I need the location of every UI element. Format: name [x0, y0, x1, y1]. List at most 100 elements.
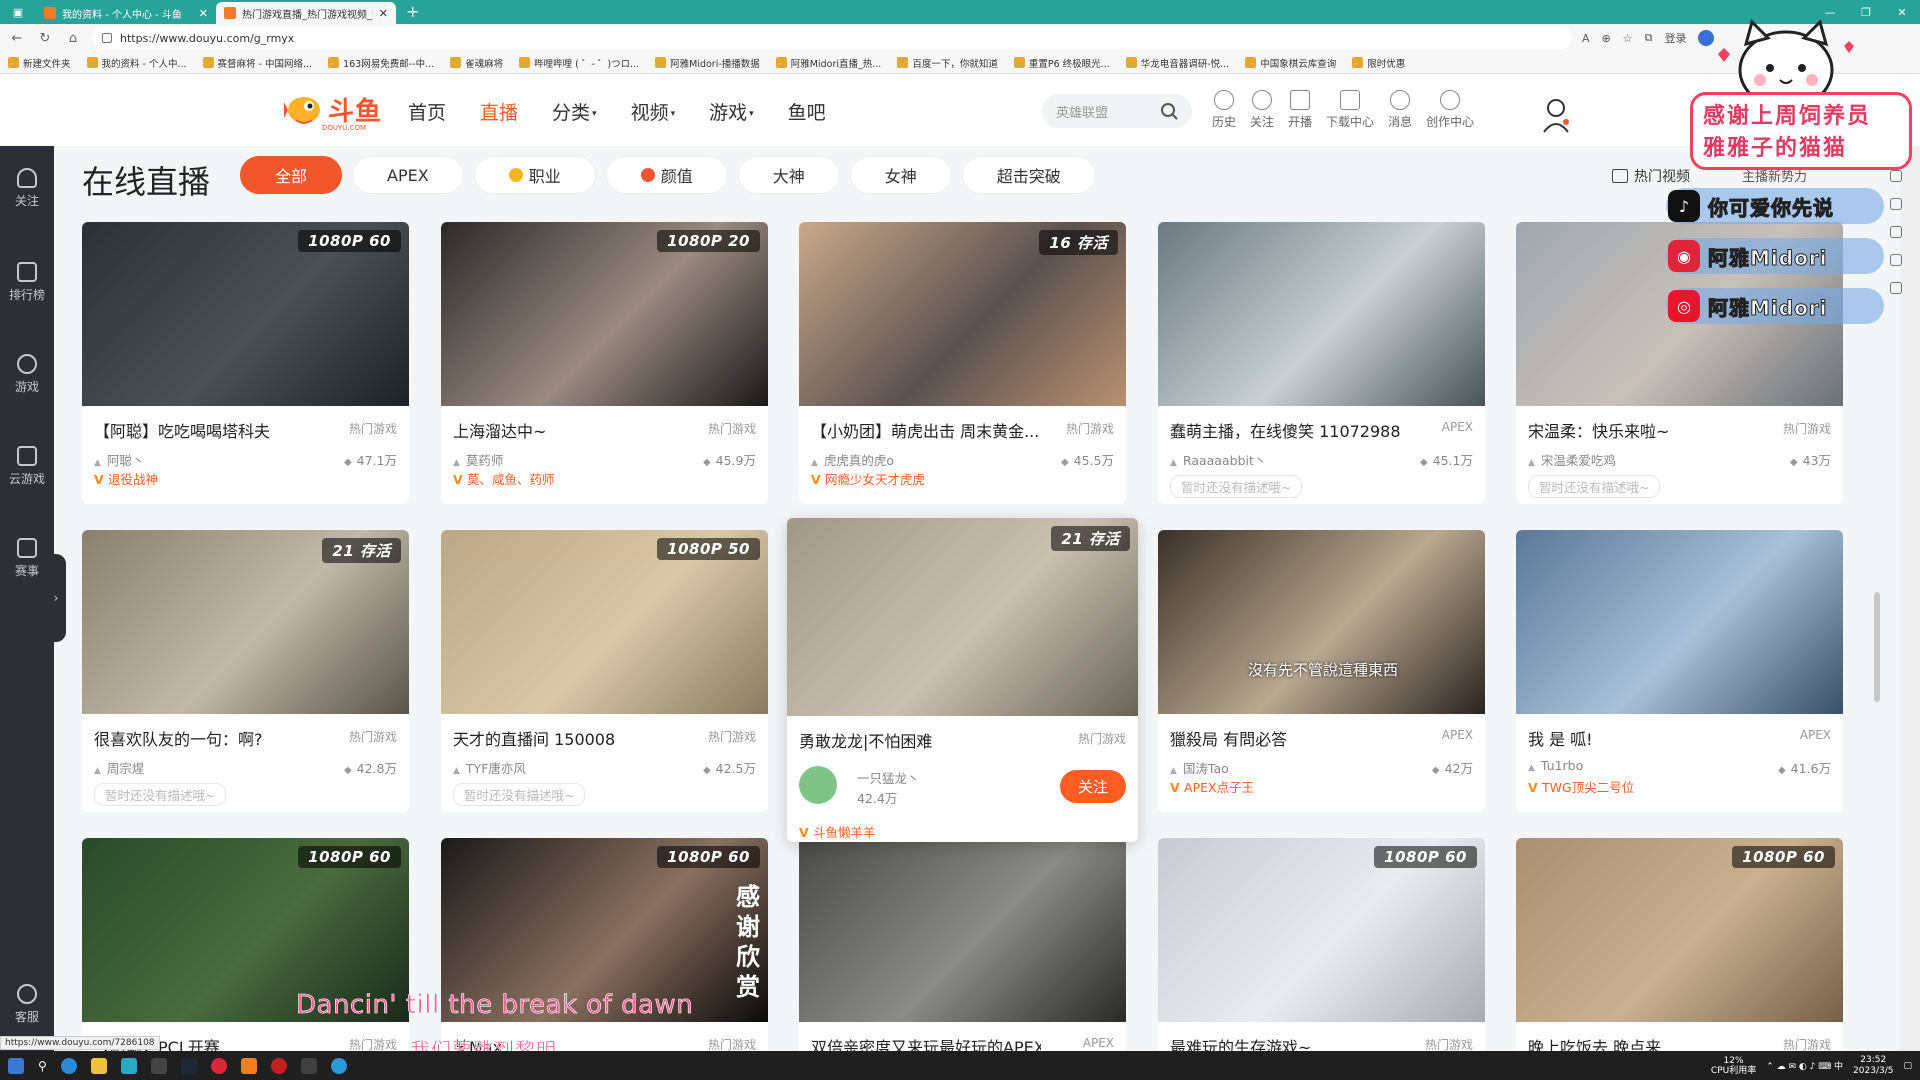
app-icon[interactable]	[120, 1057, 137, 1074]
rail-tool-icon[interactable]	[1890, 282, 1902, 294]
sidebar-item-1[interactable]: 排行榜	[0, 262, 54, 303]
bookmark-item[interactable]: 阿雅Midori-播播数据	[655, 56, 760, 70]
anchor-name[interactable]: 莫药师	[453, 450, 504, 469]
rail-tool-icon[interactable]	[1890, 170, 1902, 182]
stream-category[interactable]: 热门游戏	[349, 420, 397, 437]
browser-tab[interactable]: 我的资料 - 个人中心 - 斗鱼 ✕	[36, 2, 216, 24]
header-heart-button[interactable]: 关注	[1250, 90, 1274, 130]
header-camera-button[interactable]: 开播	[1288, 90, 1312, 130]
browser-tab[interactable]: 热门游戏直播_热门游戏视频_热 ✕	[216, 2, 396, 24]
stream-card[interactable]: 16 存活【小奶团】萌虎出击 周末黄金... 热门游戏虎虎真的虎o 45.5万网瘾少…	[799, 222, 1126, 504]
bookmark-item[interactable]: 哔哩哔哩 ( ゜- ゜)つロ...	[519, 56, 639, 70]
nav-item[interactable]: 直播	[480, 98, 518, 125]
stream-card[interactable]: 蠢萌主播，在线傻笑 11072988 APEX Raaaaabbit丶 45.1万暂时…	[1158, 222, 1485, 504]
stream-title[interactable]: 獵殺局 有問必答	[1170, 726, 1400, 750]
stream-title[interactable]: 天才的直播间 150008	[453, 726, 683, 750]
steam-icon[interactable]	[180, 1057, 197, 1074]
nav-item[interactable]: 首页	[408, 98, 446, 125]
zoom-icon[interactable]: ⊕	[1602, 32, 1611, 45]
anchor-name[interactable]: Tu1rbo	[1528, 758, 1583, 777]
anchor-name[interactable]: 一只猛龙丶	[857, 768, 920, 787]
rail-tool-icon[interactable]	[1890, 198, 1902, 210]
profile-label[interactable]: 登录	[1664, 30, 1686, 46]
header-download-button[interactable]: 下载中心	[1326, 90, 1374, 130]
favorites-icon[interactable]: ☆	[1623, 32, 1633, 45]
start-icon[interactable]	[8, 1057, 24, 1074]
stream-card[interactable]: 双倍亲密度又来玩最好玩的APEX了 APEX	[799, 838, 1126, 1062]
collections-icon[interactable]: ⧉	[1645, 31, 1653, 45]
stream-category[interactable]: 热门游戏	[708, 420, 756, 437]
stream-card[interactable]: 21 存活勇敢龙龙|不怕困难 热门游戏一只猛龙丶 42.4万 关注斗鱼懒羊羊	[787, 518, 1138, 842]
search-box[interactable]: 英雄联盟	[1042, 94, 1192, 128]
tray-icons[interactable]: ⌃ ☁ ✉ ◐ ♪ ⌨ 中	[1766, 1059, 1843, 1072]
app-icon[interactable]	[300, 1057, 317, 1074]
filter-chip[interactable]: 全部	[240, 156, 343, 194]
tab-close-icon[interactable]: ✕	[379, 7, 388, 20]
url-input[interactable]: https://www.douyu.com/g_rmyx	[92, 27, 1572, 49]
stream-card[interactable]: 沒有先不管說這種東西獵殺局 有問必答 APEX 国涛Tao 42万 APEX点子王	[1158, 530, 1485, 812]
hot-video-link[interactable]: 热门视频	[1612, 166, 1690, 186]
close-window-icon[interactable]: ✕	[1884, 6, 1920, 19]
nav-item[interactable]: 鱼吧	[788, 98, 826, 125]
anchor-name[interactable]: 阿聪丶	[94, 450, 145, 469]
clock[interactable]: 23:52 2023/3/5	[1853, 1055, 1893, 1077]
anchor-name[interactable]: 虎虎真的虎o	[811, 450, 894, 469]
stream-card[interactable]: 1080P 60 感谢欣赏 某Max 热门游戏	[441, 838, 768, 1062]
stream-card[interactable]: 1080P 60 【阿聪】吃吃喝喝塔科夫 热门游戏阿聪丶 47.1万退役战神	[82, 222, 409, 504]
stream-card[interactable]: 1080P 60【阿聪】PCL开赛热门游戏	[82, 838, 409, 1062]
bookmark-item[interactable]: 阿雅Midori直播_热...	[775, 56, 881, 70]
filter-chip[interactable]: 大神	[737, 156, 840, 194]
sidebar-expand-button[interactable]: ›	[46, 554, 66, 642]
bookmark-item[interactable]: 华龙电音器调研-悦...	[1125, 56, 1229, 70]
bookmark-item[interactable]: 我的资料 - 个人中...	[86, 56, 187, 70]
stream-thumbnail[interactable]: 沒有先不管說這種東西	[1158, 530, 1485, 714]
header-bell-button[interactable]: 消息	[1388, 90, 1412, 130]
stream-card[interactable]: 1080P 50 天才的直播间 150008 热门游戏 TYF唐亦风 42.5万暂时还没…	[441, 530, 768, 812]
edge-icon[interactable]	[60, 1057, 77, 1074]
reload-icon[interactable]: ↻	[36, 31, 54, 46]
back-icon[interactable]: ←	[8, 31, 26, 46]
nav-item[interactable]: 分类 ▾	[552, 98, 597, 125]
header-clock-button[interactable]: 历史	[1212, 90, 1236, 130]
rail-tool-icon[interactable]	[1890, 226, 1902, 238]
stream-card[interactable]: 1080P 60 最难玩的生存游戏~ 热门游戏	[1158, 838, 1485, 1062]
anchor-name[interactable]: Raaaaabbit丶	[1170, 450, 1266, 469]
stream-title[interactable]: 上海溜达中~	[453, 418, 683, 442]
filter-chip[interactable]: 职业	[473, 156, 596, 194]
stream-category[interactable]: APEX	[1800, 728, 1831, 742]
bookmark-item[interactable]: 赛督麻将 - 中国网络...	[202, 56, 312, 70]
stream-card[interactable]: 21 存活很喜欢队友的一句：啊? 热门游戏周宗煋 42.8万暂时还没有描述哦~	[82, 530, 409, 812]
app-icon[interactable]	[150, 1057, 167, 1074]
stream-thumbnail[interactable]: 16 存活	[799, 222, 1126, 406]
anchor-name[interactable]: TYF唐亦风	[453, 758, 526, 777]
stream-card[interactable]: 1080P 20 上海溜达中~ 热门游戏莫药师 45.9万莫、咸鱼、药师	[441, 222, 768, 504]
stream-thumbnail[interactable]	[1158, 222, 1485, 406]
search-taskbar-icon[interactable]: ⚲	[38, 1059, 47, 1073]
stream-card[interactable]: 我 是 呱! APEX Tu1rbo 41.6万 TWG顶尖二号位	[1516, 530, 1843, 812]
stream-thumbnail[interactable]	[1516, 530, 1843, 714]
stream-thumbnail[interactable]	[799, 838, 1126, 1022]
stream-category[interactable]: 热门游戏	[1066, 420, 1114, 437]
follow-button[interactable]: 关注	[1059, 770, 1126, 803]
filter-chip[interactable]: 超击突破	[961, 156, 1096, 194]
sidebar-item-0[interactable]: 关注	[0, 168, 54, 209]
bookmark-item[interactable]: 163网易免费邮--中...	[328, 56, 434, 70]
sidebar-item-support[interactable]: 客服	[0, 984, 54, 1025]
stream-title[interactable]: 我 是 呱!	[1528, 726, 1758, 750]
bookmark-item[interactable]: 重置P6 终极眼光...	[1013, 56, 1110, 70]
stream-category[interactable]: 热门游戏	[349, 728, 397, 745]
profile-avatar[interactable]	[1698, 30, 1715, 46]
sidebar-item-2[interactable]: 游戏	[0, 354, 54, 395]
stream-category[interactable]: 热门游戏	[708, 728, 756, 745]
stream-title[interactable]: 蠢萌主播，在线傻笑 11072988	[1170, 418, 1400, 442]
stream-category[interactable]: APEX	[1442, 420, 1473, 434]
nav-item[interactable]: 游戏 ▾	[709, 98, 754, 125]
stream-title[interactable]: 【阿聪】吃吃喝喝塔科夫	[94, 418, 324, 442]
stream-title[interactable]: 【小奶团】萌虎出击 周末黄金...	[811, 418, 1041, 442]
rail-tool-icon[interactable]	[1890, 254, 1902, 266]
stream-category[interactable]: APEX	[1083, 1036, 1114, 1050]
app-icon[interactable]	[240, 1057, 257, 1074]
netease-music-icon[interactable]	[210, 1057, 227, 1074]
stream-thumbnail[interactable]: 1080P 60	[82, 222, 409, 406]
anchor-name[interactable]: 国涛Tao	[1170, 758, 1229, 777]
